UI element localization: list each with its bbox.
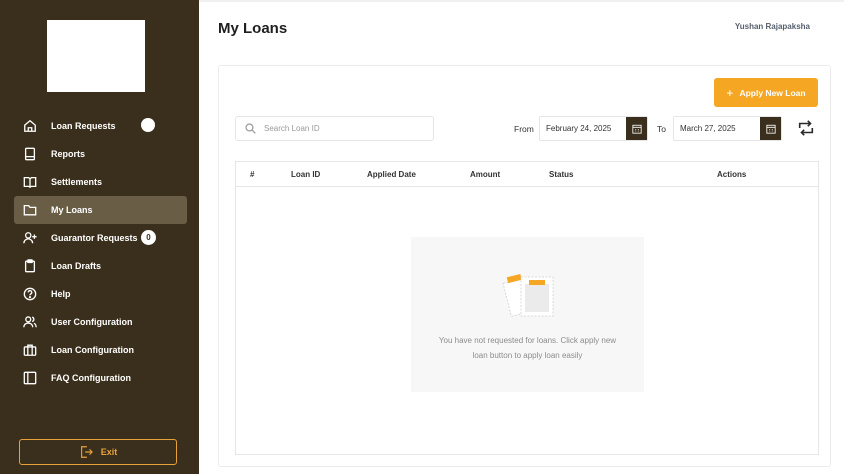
column-header: Amount <box>470 170 501 179</box>
to-date-field[interactable]: March 27, 2025 <box>673 116 782 141</box>
sidebar-item-label: Settlements <box>51 177 103 187</box>
sidebar-item-reports[interactable]: Reports <box>14 140 187 168</box>
empty-documents-icon <box>502 273 554 317</box>
column-header: Applied Date <box>367 170 416 179</box>
book-icon <box>23 175 37 189</box>
refresh-button[interactable] <box>796 118 816 138</box>
column-header: Loan ID <box>291 170 321 179</box>
search-box[interactable] <box>235 116 434 141</box>
folder-icon <box>23 203 37 217</box>
from-date-picker-button[interactable] <box>626 117 647 140</box>
to-date-value: March 27, 2025 <box>680 124 736 133</box>
from-date-field[interactable]: February 24, 2025 <box>539 116 648 141</box>
top-divider <box>199 0 844 2</box>
empty-state-message: You have not requested for loans. Click … <box>438 336 617 360</box>
search-input[interactable] <box>264 124 424 133</box>
empty-state: You have not requested for loans. Click … <box>411 237 644 392</box>
plus-icon: + <box>726 85 734 100</box>
to-label: To <box>657 124 666 134</box>
sidebar-item-my-loans[interactable]: My Loans <box>14 196 187 224</box>
search-icon <box>245 123 256 134</box>
calendar-icon <box>765 124 776 134</box>
sidebar-item-guarantor-requests[interactable]: Guarantor Requests 0 <box>14 224 187 252</box>
app-root: Loan Requests Reports Settlements My Loa… <box>0 0 844 474</box>
exit-label: Exit <box>100 447 118 457</box>
help-icon <box>23 287 37 301</box>
refresh-icon <box>798 120 814 136</box>
layout-icon <box>23 371 37 385</box>
report-icon <box>23 147 37 161</box>
sidebar-item-label: Loan Drafts <box>51 261 102 271</box>
calendar-icon <box>631 124 642 134</box>
sidebar-nav: Loan Requests Reports Settlements My Loa… <box>14 112 187 392</box>
sidebar-item-label: Help <box>51 289 71 299</box>
user-name[interactable]: Yushan Rajapaksha <box>735 22 810 31</box>
user-plus-icon <box>23 231 37 245</box>
to-date-picker-button[interactable] <box>760 117 781 140</box>
home-icon <box>23 119 37 133</box>
column-header: Status <box>549 170 574 179</box>
sidebar-item-user-configuration[interactable]: User Configuration <box>14 308 187 336</box>
from-label: From <box>514 124 534 134</box>
column-header: Actions <box>717 170 747 179</box>
sidebar: Loan Requests Reports Settlements My Loa… <box>0 0 199 474</box>
sidebar-item-help[interactable]: Help <box>14 280 187 308</box>
count-badge: 0 <box>141 230 156 245</box>
from-date-value: February 24, 2025 <box>546 124 612 133</box>
sidebar-item-label: Loan Configuration <box>51 345 134 355</box>
page-title: My Loans <box>218 20 288 37</box>
exit-button[interactable]: Exit <box>19 439 177 465</box>
sidebar-item-faq-configuration[interactable]: FAQ Configuration <box>14 364 187 392</box>
sidebar-item-settlements[interactable]: Settlements <box>14 168 187 196</box>
apply-new-loan-label: Apply New Loan <box>739 87 806 98</box>
notification-badge <box>141 118 155 132</box>
sidebar-item-label: FAQ Configuration <box>51 373 131 383</box>
logout-icon <box>80 446 93 458</box>
logo <box>47 20 145 92</box>
sidebar-item-label: User Configuration <box>51 317 133 327</box>
table-header: # Loan ID Applied Date Amount Status Act… <box>236 162 818 187</box>
sidebar-item-label: Loan Requests <box>51 121 116 131</box>
sidebar-item-loan-configuration[interactable]: Loan Configuration <box>14 336 187 364</box>
briefcase-icon <box>23 343 37 357</box>
apply-new-loan-button[interactable]: + Apply New Loan <box>714 78 818 107</box>
sidebar-item-loan-requests[interactable]: Loan Requests <box>14 112 187 140</box>
sidebar-item-label: My Loans <box>51 205 93 215</box>
column-header: # <box>250 170 255 179</box>
sidebar-item-label: Reports <box>51 149 86 159</box>
clipboard-icon <box>23 259 37 273</box>
users-icon <box>23 315 37 329</box>
sidebar-item-label: Guarantor Requests <box>51 233 138 243</box>
sidebar-item-loan-drafts[interactable]: Loan Drafts <box>14 252 187 280</box>
